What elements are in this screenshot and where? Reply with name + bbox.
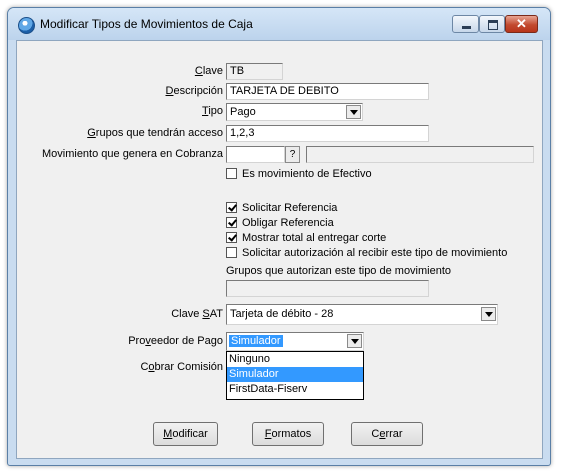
tipo-value: Pago (230, 106, 256, 118)
lookup-button[interactable]: ? (285, 146, 300, 163)
checkbox-box[interactable] (226, 202, 237, 213)
checkbox-box[interactable] (226, 232, 237, 243)
clave-field: TB (226, 63, 283, 80)
formatos-button[interactable]: Formatos (252, 422, 324, 446)
clave-sat-label: Clave SAT (171, 308, 223, 320)
mostrar-total-label: Mostrar total al entregar corte (242, 232, 387, 244)
clave-sat-value: Tarjeta de débito - 28 (230, 308, 334, 320)
dialog-window: Modificar Tipos de Movimientos de Caja ✕… (7, 7, 551, 466)
clave-label-rest: lave (202, 65, 223, 77)
descripcion-input[interactable]: TARJETA DE DEBITO (226, 83, 429, 100)
checkbox-box[interactable] (226, 217, 237, 228)
dropdown-option[interactable]: Ninguno (227, 352, 363, 367)
modificar-button[interactable]: Modificar (153, 422, 218, 446)
chevron-down-icon[interactable] (347, 334, 362, 348)
close-icon: ✕ (516, 16, 527, 31)
chevron-down-icon[interactable] (346, 105, 361, 119)
tipo-label: Tipo (202, 105, 223, 117)
minimize-button[interactable] (452, 15, 479, 33)
proveedor-pago-dropdown[interactable]: Ninguno Simulador FirstData-Fiserv (226, 351, 364, 400)
grupos-label: Grupos que tendrán acceso (87, 127, 223, 139)
checkbox-box[interactable] (226, 168, 237, 179)
solicitar-autorizacion-checkbox[interactable]: Solicitar autorización al recibir este t… (226, 247, 507, 259)
clave-sat-select[interactable]: Tarjeta de débito - 28 (226, 304, 498, 325)
movimiento-cobranza-input[interactable] (226, 146, 285, 163)
dialog-body: Clave TB Descripción TARJETA DE DEBITO T… (16, 40, 543, 459)
grupos-input[interactable]: 1,2,3 (226, 125, 429, 142)
grupos-autorizan-field (226, 280, 429, 297)
dropdown-option[interactable]: Simulador (227, 367, 363, 382)
movimiento-cobranza-desc (306, 146, 534, 163)
app-icon (18, 17, 35, 34)
mostrar-total-checkbox[interactable]: Mostrar total al entregar corte (226, 232, 386, 244)
descripcion-label: Descripción (165, 85, 223, 97)
solicitar-referencia-checkbox[interactable]: Solicitar Referencia (226, 202, 337, 214)
dropdown-option[interactable]: FirstData-Fiserv (227, 382, 363, 397)
close-window-button[interactable]: ✕ (505, 15, 538, 33)
obligar-referencia-label: Obligar Referencia (242, 217, 334, 229)
clave-label: Clave (194, 65, 223, 77)
obligar-referencia-checkbox[interactable]: Obligar Referencia (226, 217, 334, 229)
chevron-down-icon[interactable] (481, 307, 496, 321)
efectivo-label: Es movimiento de Efectivo (242, 168, 372, 180)
solicitar-autorizacion-label: Solicitar autorización al recibir este t… (242, 247, 508, 259)
proveedor-pago-value: Simulador (229, 335, 283, 347)
cerrar-button[interactable]: Cerrar (351, 422, 423, 446)
title-bar[interactable]: Modificar Tipos de Movimientos de Caja ✕ (8, 8, 550, 40)
proveedor-pago-label: Proveedor de Pago (128, 335, 223, 347)
proveedor-pago-select[interactable]: Simulador (226, 332, 364, 351)
window-title: Modificar Tipos de Movimientos de Caja (40, 17, 253, 31)
grupos-autorizan-label: Grupos que autorizan este tipo de movimi… (226, 265, 452, 277)
cobrar-comision-label: Cobrar Comisión (140, 361, 223, 373)
maximize-button[interactable] (479, 15, 505, 33)
checkbox-box[interactable] (226, 247, 237, 258)
movimiento-cobranza-label: Movimiento que genera en Cobranza (41, 148, 223, 160)
efectivo-checkbox[interactable]: Es movimiento de Efectivo (226, 168, 372, 180)
tipo-select[interactable]: Pago (226, 103, 363, 121)
solicitar-referencia-label: Solicitar Referencia (242, 202, 338, 214)
